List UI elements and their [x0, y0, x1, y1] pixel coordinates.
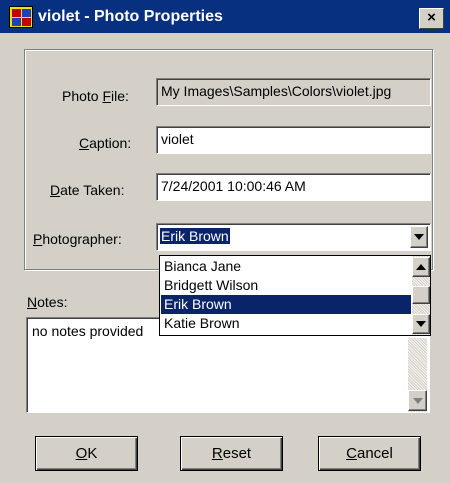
- close-button[interactable]: ×: [419, 8, 444, 29]
- dropdown-option-1[interactable]: Bridgett Wilson: [161, 276, 411, 295]
- dropdown-option-0[interactable]: Bianca Jane: [161, 257, 411, 276]
- dropdown-scroll-up-button[interactable]: [412, 257, 430, 277]
- caption-label: Caption:: [79, 135, 132, 151]
- notes-scroll-down-button[interactable]: [408, 390, 427, 411]
- close-icon: ×: [427, 9, 436, 26]
- chevron-down-icon: [416, 321, 426, 327]
- reset-button[interactable]: Reset: [180, 436, 283, 471]
- photo-file-field[interactable]: My Images\Samples\Colors\violet.jpg: [156, 78, 431, 106]
- photographer-dropdown-list: Bianca Jane Bridgett Wilson Erik Brown K…: [159, 255, 431, 336]
- chevron-up-icon: [416, 264, 426, 270]
- dropdown-scroll-thumb[interactable]: [412, 286, 430, 304]
- date-taken-input[interactable]: 7/24/2001 10:00:46 AM: [156, 173, 431, 201]
- chevron-down-icon: [412, 397, 423, 404]
- photo-properties-dialog: violet - Photo Properties × Photo File: …: [0, 0, 450, 483]
- photographer-dropdown-button[interactable]: [410, 226, 428, 248]
- dropdown-option-2[interactable]: Erik Brown: [161, 295, 411, 314]
- date-taken-label: Date Taken:: [50, 182, 125, 198]
- dropdown-scroll-down-button[interactable]: [412, 314, 430, 334]
- photographer-combobox[interactable]: Erik Brown: [156, 223, 431, 251]
- photo-file-label: Photo File:: [62, 88, 129, 104]
- photographer-selected-value: Erik Brown: [160, 228, 230, 244]
- notes-text: no notes provided: [32, 323, 144, 339]
- window-title: violet - Photo Properties: [38, 8, 223, 25]
- ok-button[interactable]: OK: [35, 436, 138, 471]
- photographer-label: Photographer:: [33, 231, 122, 247]
- notes-label: Notes:: [27, 294, 68, 310]
- caption-input[interactable]: violet: [156, 126, 431, 154]
- dropdown-option-3[interactable]: Katie Brown: [161, 314, 411, 333]
- title-bar[interactable]: violet - Photo Properties ×: [0, 0, 450, 33]
- app-grid-icon: [9, 6, 33, 28]
- chevron-down-icon: [414, 234, 424, 240]
- cancel-button[interactable]: Cancel: [318, 436, 421, 471]
